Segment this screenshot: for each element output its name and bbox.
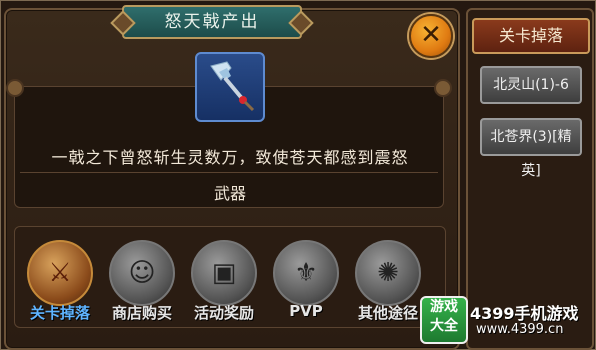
source-label: 商店购买 [111,304,172,322]
tab-stage-drop[interactable]: 关卡掉落 [472,18,590,54]
dialog-title-text: 怒天戟产出 [164,12,260,32]
item-description: 一戟之下曾怒斩生灵数万，致使苍天都感到震怒 [51,148,409,167]
merchant-icon: ☺ [109,240,175,306]
source-label: PVP [289,302,323,320]
stage-button-2[interactable]: 北苍界(3)[精英] [480,118,582,179]
box-right-ornament [434,79,452,97]
stage-button-1[interactable]: 北灵山(1)-6 [480,66,582,104]
dialog-title: 怒天戟产出 [110,5,314,39]
swirl-icon: ✺ [355,240,421,306]
badge-line-1: 游戏 [430,299,458,315]
source-stage-drop-button[interactable]: ⚔ 关卡掉落 [24,240,96,340]
item-icon-halberd[interactable] [195,52,265,122]
source-shop-button[interactable]: ☺ 商店购买 [106,240,178,340]
source-label: 其他途径 [357,304,418,322]
watermark-badge: 游戏 大全 [420,296,468,344]
source-pvp-button[interactable]: ⚜ PVP [270,240,342,340]
source-other-button[interactable]: ✺ 其他途径 [352,240,424,340]
source-label: 活动奖励 [193,304,254,322]
box-left-ornament [6,79,24,97]
source-label: 关卡掉落 [29,304,90,322]
source-event-button[interactable]: ▣ 活动奖励 [188,240,260,340]
treasure-chest-icon: ▣ [191,240,257,306]
info-divider [20,172,438,173]
close-icon: ✕ [420,20,442,50]
crossed-swords-icon: ⚔ [27,240,93,306]
close-button[interactable]: ✕ [409,14,453,58]
watermark-brand: 4399手机游戏 [470,304,579,323]
watermark-url: www.4399.cn [476,322,564,337]
badge-line-2: 大全 [430,318,458,334]
pvp-mask-icon: ⚜ [273,240,339,306]
item-type: 武器 [213,184,246,203]
halberd-icon [210,61,255,112]
